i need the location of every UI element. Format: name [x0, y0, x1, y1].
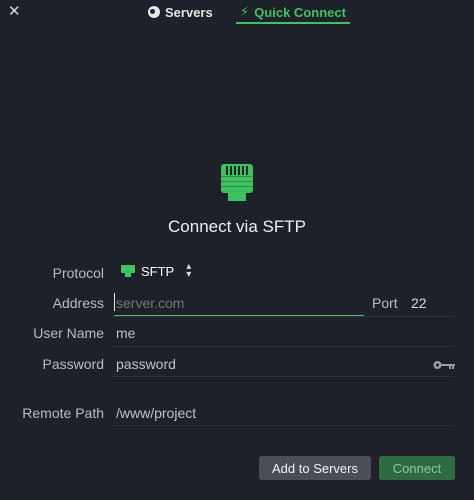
ethernet-port-icon [221, 164, 253, 201]
connect-button[interactable]: Connect [379, 456, 455, 480]
user-name-field[interactable]: me [116, 325, 135, 341]
protocol-label: Protocol [52, 265, 104, 281]
text-caret [114, 293, 115, 311]
add-to-servers-button[interactable]: Add to Servers [259, 456, 371, 480]
protocol-select[interactable]: SFTP ▴ ▾ [121, 261, 192, 280]
bolt-icon: ⚡ [240, 4, 250, 19]
protocol-value: SFTP [141, 263, 175, 279]
address-label: Address [52, 295, 104, 311]
divider [112, 376, 454, 377]
address-input[interactable] [114, 291, 364, 316]
tab-quick-connect-label: Quick Connect [254, 4, 346, 20]
divider [112, 425, 454, 426]
tab-quick-connect[interactable]: ⚡ Quick Connect [236, 0, 350, 24]
port-input[interactable]: 22 [411, 295, 427, 311]
globe-icon [148, 6, 160, 18]
tab-bar: Servers ⚡ Quick Connect [0, 0, 474, 24]
active-tab-indicator [236, 22, 350, 24]
password-field[interactable]: password [116, 356, 176, 372]
divider [112, 316, 454, 317]
tab-servers-label: Servers [165, 4, 213, 20]
key-icon[interactable] [433, 360, 455, 370]
user-name-label: User Name [33, 325, 104, 341]
chevron-updown-icon: ▴ ▾ [186, 261, 192, 280]
page-title: Connect via SFTP [168, 217, 306, 236]
remote-path-label: Remote Path [22, 405, 104, 421]
ethernet-port-icon [121, 265, 135, 277]
tab-servers[interactable]: Servers [148, 0, 213, 24]
divider [112, 346, 454, 347]
password-label: Password [42, 356, 104, 372]
port-label: Port [372, 295, 398, 311]
remote-path-field[interactable]: /www/project [116, 405, 196, 421]
